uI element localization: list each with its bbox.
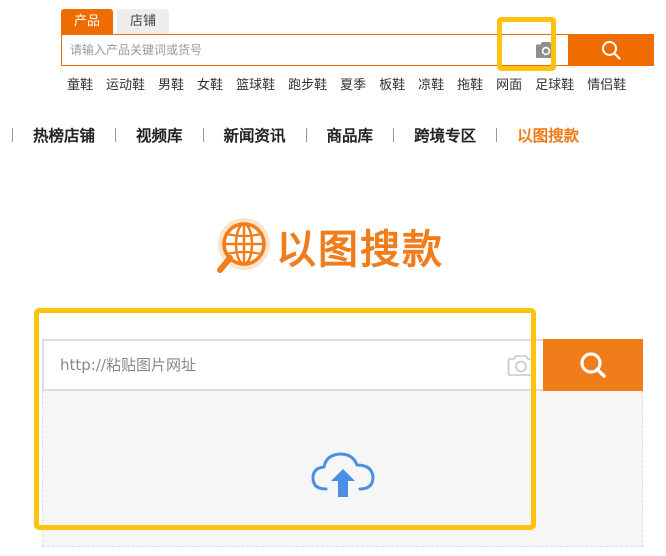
- nav-item-cross-border[interactable]: 跨境专区: [414, 124, 476, 146]
- image-url-input[interactable]: [44, 342, 499, 388]
- hot-keyword[interactable]: 足球鞋: [535, 74, 574, 93]
- image-search-bar: [42, 339, 643, 391]
- image-url-field: [42, 339, 543, 391]
- hot-keyword[interactable]: 童鞋: [67, 74, 93, 93]
- hot-keyword[interactable]: 拖鞋: [457, 74, 483, 93]
- logo-title: 以图搜款: [276, 227, 444, 273]
- hot-keyword[interactable]: 夏季: [340, 74, 366, 93]
- hot-keyword[interactable]: 运动鞋: [106, 74, 145, 93]
- search-icon: [602, 41, 621, 60]
- image-upload-area[interactable]: [42, 391, 643, 547]
- camera-icon[interactable]: [524, 35, 568, 65]
- image-search-logo: 以图搜款: [214, 216, 444, 276]
- tab-shop[interactable]: 店铺: [117, 9, 170, 35]
- nav-item-hot-shops[interactable]: 热榜店铺: [33, 124, 95, 146]
- hot-keyword[interactable]: 网面: [496, 74, 522, 93]
- main-nav: 热榜店铺 视频库 新闻资讯 商品库 跨境专区 以图搜款: [12, 124, 579, 146]
- top-search-field: [61, 34, 568, 66]
- hot-keyword[interactable]: 凉鞋: [418, 74, 444, 93]
- image-search-button[interactable]: [543, 339, 643, 391]
- globe-search-icon: [217, 218, 270, 273]
- hot-keyword[interactable]: 男鞋: [158, 74, 184, 93]
- hot-keyword[interactable]: 篮球鞋: [236, 74, 275, 93]
- nav-divider: [496, 128, 498, 142]
- cloud-upload-icon: [311, 452, 374, 497]
- search-tabs: 产品 店铺: [61, 9, 170, 35]
- hot-keyword[interactable]: 情侣鞋: [587, 74, 626, 93]
- tab-product[interactable]: 产品: [61, 9, 114, 35]
- top-search-bar: [61, 34, 654, 66]
- search-icon: [580, 352, 606, 378]
- nav-divider: [12, 128, 13, 142]
- nav-item-image-search[interactable]: 以图搜款: [517, 124, 579, 146]
- camera-icon[interactable]: [499, 342, 543, 388]
- hot-keywords: 童鞋 运动鞋 男鞋 女鞋 篮球鞋 跑步鞋 夏季 板鞋 凉鞋 拖鞋 网面 足球鞋 …: [67, 74, 639, 93]
- nav-item-video-library[interactable]: 视频库: [136, 124, 183, 146]
- hot-keyword[interactable]: 跑步鞋: [288, 74, 327, 93]
- nav-item-product-library[interactable]: 商品库: [327, 124, 374, 146]
- nav-divider: [202, 128, 204, 142]
- nav-divider: [115, 128, 117, 142]
- top-search-input[interactable]: [62, 35, 524, 65]
- nav-divider: [393, 128, 395, 142]
- nav-divider: [305, 128, 307, 142]
- top-search-button[interactable]: [568, 34, 654, 66]
- hot-keyword[interactable]: 板鞋: [379, 74, 405, 93]
- hot-keyword[interactable]: 女鞋: [197, 74, 223, 93]
- nav-item-news[interactable]: 新闻资讯: [224, 124, 286, 146]
